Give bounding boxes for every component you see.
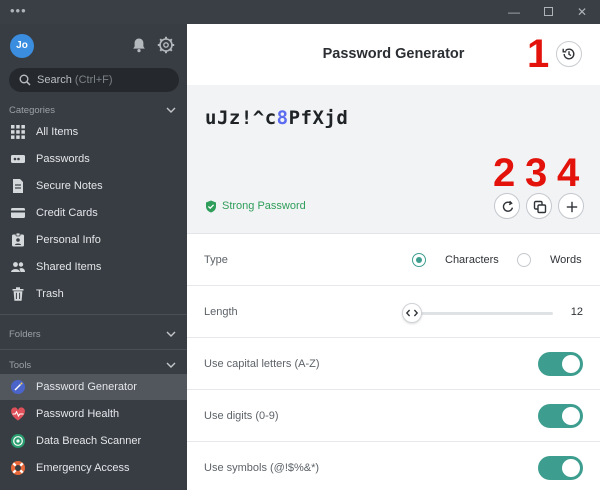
grid-icon: [11, 125, 25, 139]
sidebar-item-secure-notes[interactable]: Secure Notes: [0, 173, 187, 199]
symbols-option-row: Use symbols (@!$%&*): [187, 442, 600, 490]
sidebar-item-label: All Items: [36, 126, 79, 138]
search-icon: [19, 74, 31, 86]
copy-icon: [533, 200, 547, 214]
note-icon: [13, 179, 23, 193]
categories-heading[interactable]: Categories: [9, 105, 179, 119]
maximize-icon: [543, 7, 553, 16]
sidebar-item-label: Credit Cards: [36, 207, 98, 219]
radio-characters-label[interactable]: Characters: [445, 254, 499, 266]
scanner-icon: [11, 434, 25, 448]
main-header: Password Generator 1: [187, 24, 600, 85]
search-placeholder: Search (Ctrl+F): [37, 74, 113, 86]
window-titlebar: ••• — ✕: [0, 0, 600, 24]
avatar[interactable]: Jo: [10, 34, 34, 58]
heart-pulse-icon: [11, 407, 25, 421]
id-card-icon: [12, 232, 24, 247]
credit-card-icon: [11, 208, 25, 218]
toggle-knob: [562, 459, 580, 477]
shield-check-icon: [206, 200, 216, 213]
type-label: Type: [204, 254, 228, 266]
sidebar-item-label: Personal Info: [36, 234, 101, 246]
generator-icon: [11, 380, 25, 394]
refresh-icon: [502, 200, 514, 212]
people-icon: [11, 262, 25, 272]
length-slider-track[interactable]: [409, 312, 553, 315]
add-item-button[interactable]: [558, 193, 584, 219]
copy-button[interactable]: [526, 193, 552, 219]
chevron-down-icon: [166, 107, 176, 113]
sidebar-item-passwords[interactable]: Passwords: [0, 146, 187, 172]
lifebuoy-icon: [11, 461, 25, 475]
sidebar-item-data-breach-scanner[interactable]: Data Breach Scanner: [0, 428, 187, 454]
sidebar-item-personal-info[interactable]: Personal Info: [0, 227, 187, 253]
annotation-4: 4: [557, 151, 580, 195]
sidebar-item-password-health[interactable]: Password Health: [0, 401, 187, 427]
radio-words[interactable]: [517, 253, 531, 267]
generated-password-panel: uJz!^c8PfXjd 2 3 4 Strong Password: [187, 85, 600, 234]
gear-icon[interactable]: [157, 36, 175, 54]
history-button[interactable]: [556, 41, 582, 67]
annotation-2: 2: [493, 151, 516, 195]
history-icon: [562, 48, 575, 60]
folders-heading[interactable]: Folders: [9, 329, 179, 343]
length-slider-thumb[interactable]: [402, 303, 422, 323]
search-input[interactable]: Search (Ctrl+F): [9, 68, 179, 92]
symbols-label: Use symbols (@!$%&*): [204, 462, 320, 474]
sidebar-item-credit-cards[interactable]: Credit Cards: [0, 200, 187, 226]
sidebar-item-label: Shared Items: [36, 261, 102, 273]
sidebar: Jo Search (Ctrl+F) Categories All Items: [0, 24, 187, 490]
capitals-option-row: Use capital letters (A-Z): [187, 338, 600, 390]
digits-label: Use digits (0-9): [204, 410, 279, 422]
annotation-3: 3: [525, 151, 548, 195]
sidebar-item-label: Secure Notes: [36, 180, 103, 192]
resize-arrows-icon: [406, 309, 418, 317]
trash-icon: [12, 287, 24, 301]
sidebar-item-label: Passwords: [36, 153, 90, 165]
digits-option-row: Use digits (0-9): [187, 390, 600, 442]
radio-words-label[interactable]: Words: [550, 254, 582, 266]
regenerate-button[interactable]: [494, 193, 520, 219]
sidebar-item-label: Data Breach Scanner: [36, 435, 142, 447]
bell-icon[interactable]: [130, 36, 148, 54]
sidebar-item-all-items[interactable]: All Items: [0, 119, 187, 145]
sidebar-item-label: Password Generator: [36, 381, 137, 393]
sidebar-item-password-generator[interactable]: Password Generator: [0, 374, 187, 400]
tools-heading[interactable]: Tools: [9, 360, 179, 374]
sidebar-item-shared-items[interactable]: Shared Items: [0, 254, 187, 280]
sidebar-item-label: Password Health: [36, 408, 120, 420]
length-option-row: Length 12: [187, 286, 600, 338]
annotation-1: 1: [527, 32, 550, 76]
sidebar-divider: [0, 314, 187, 315]
plus-icon: [566, 201, 578, 213]
toggle-knob: [562, 355, 580, 373]
maximize-button[interactable]: [540, 4, 556, 20]
app-menu-icon[interactable]: •••: [10, 3, 27, 18]
generated-password[interactable]: uJz!^c8PfXjd: [205, 107, 348, 129]
password-icon: [11, 155, 25, 163]
length-value: 12: [570, 306, 583, 318]
close-button[interactable]: ✕: [574, 4, 590, 20]
radio-characters[interactable]: [412, 253, 426, 267]
sidebar-item-emergency-access[interactable]: Emergency Access: [0, 455, 187, 481]
capitals-label: Use capital letters (A-Z): [204, 358, 320, 370]
digits-toggle[interactable]: [538, 404, 583, 428]
length-label: Length: [204, 306, 238, 318]
chevron-down-icon: [166, 331, 176, 337]
minimize-button[interactable]: —: [506, 4, 522, 20]
chevron-down-icon: [166, 362, 176, 368]
toggle-knob: [562, 407, 580, 425]
sidebar-item-trash[interactable]: Trash: [0, 281, 187, 307]
sidebar-divider: [0, 349, 187, 350]
capitals-toggle[interactable]: [538, 352, 583, 376]
type-option-row: Type Characters Words: [187, 234, 600, 286]
sidebar-item-label: Trash: [36, 288, 64, 300]
sidebar-item-label: Emergency Access: [36, 462, 130, 474]
main-panel: Password Generator 1 uJz!^c8PfXjd 2 3 4 …: [187, 24, 600, 490]
symbols-toggle[interactable]: [538, 456, 583, 480]
